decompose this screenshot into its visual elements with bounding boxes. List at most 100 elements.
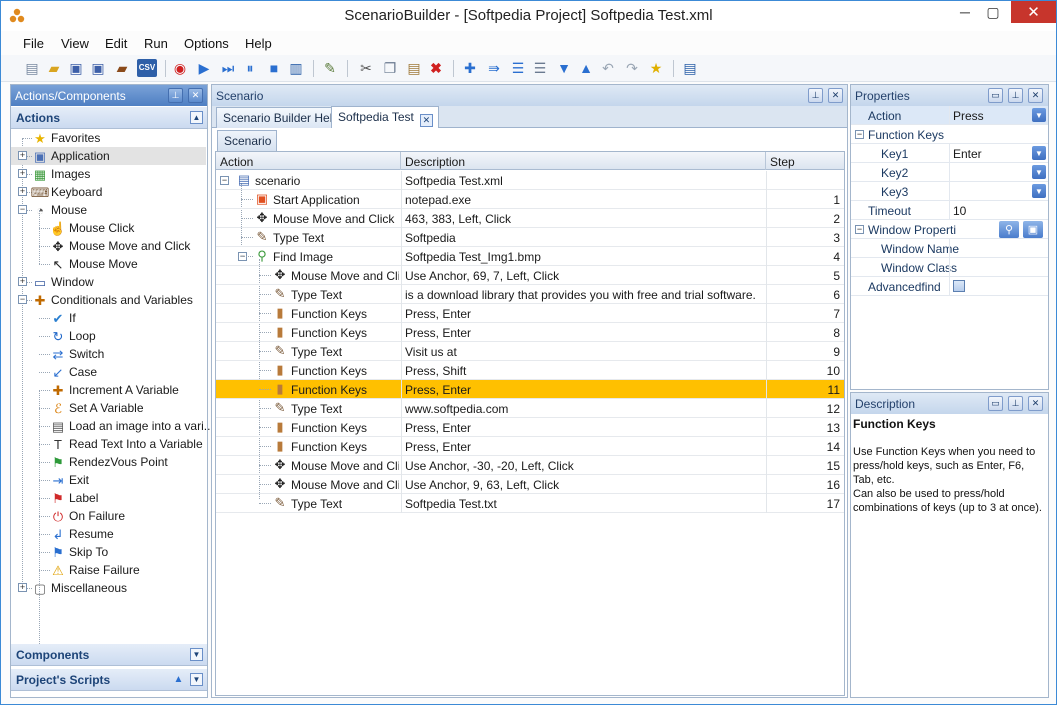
table-row[interactable]: ▮ Function Keys Press, Enter 7 (216, 304, 844, 323)
property-row[interactable]: Key2 ▼ (851, 163, 1048, 182)
move-up-icon[interactable]: ▲ (577, 59, 595, 77)
add-step-icon[interactable]: ✚ (461, 59, 479, 77)
tree-item[interactable]: ℰ Set A Variable (11, 399, 206, 417)
tree-item[interactable]: + ▢ Miscellaneous (11, 579, 206, 597)
tree-item[interactable]: ⚠ Raise Failure (11, 561, 206, 579)
move-down-icon[interactable]: ▼ (555, 59, 573, 77)
step-icon[interactable]: ⏭ (219, 59, 237, 77)
components-section-header[interactable]: Components ▼ (11, 644, 207, 666)
tree-item[interactable]: ▤ Load an image into a vari... (11, 417, 214, 435)
table-row[interactable]: − ▤ scenario Softpedia Test.xml (216, 171, 844, 190)
outdent-icon[interactable]: ☰ (531, 59, 549, 77)
close-button[interactable]: ✕ (1011, 1, 1056, 23)
property-row[interactable]: − Window Properti ⚲ ▣ (851, 220, 1048, 239)
property-value[interactable]: ▼ (949, 163, 1048, 182)
copy-icon[interactable]: ❐ (381, 59, 399, 77)
menu-edit[interactable]: Edit (105, 36, 127, 51)
property-row[interactable]: Window Class (851, 258, 1048, 277)
open-folder-icon[interactable]: ▰ (45, 59, 63, 77)
pin-icon[interactable]: ⊥ (168, 88, 183, 103)
tree-item[interactable]: ☝ Mouse Click (11, 219, 206, 237)
tree-item[interactable]: − ◔ Mouse (11, 201, 206, 219)
tree-item[interactable]: ↖ Mouse Move (11, 255, 206, 273)
close-icon[interactable]: ✕ (188, 88, 203, 103)
tree-item[interactable]: T Read Text Into a Variable (11, 435, 206, 453)
collapse-icon[interactable]: − (855, 130, 864, 139)
favorite-add-icon[interactable]: ★ (647, 59, 665, 77)
collapse-icon[interactable]: − (855, 225, 864, 234)
table-row[interactable]: ✥ Mouse Move and Click 463, 383, Left, Cli… (216, 209, 844, 228)
table-row[interactable]: ✥ Mouse Move and Click Use Anchor, 9, 63, … (216, 475, 844, 494)
redo-icon[interactable]: ↷ (623, 59, 641, 77)
csv-export-icon[interactable]: CSV (137, 59, 157, 77)
stop-icon[interactable]: ■ (265, 59, 283, 77)
up-arrow-icon[interactable]: ▲ (172, 673, 185, 686)
dropdown-arrow-icon[interactable]: ▼ (1032, 146, 1046, 160)
close-icon[interactable]: ✕ (828, 88, 843, 103)
table-row[interactable]: ▮ Function Keys Press, Enter 14 (216, 437, 844, 456)
menu-help[interactable]: Help (245, 36, 272, 51)
close-icon[interactable]: ✕ (1028, 396, 1043, 411)
restore-icon[interactable]: ▭ (988, 88, 1003, 103)
property-row[interactable]: Action Press ▼ (851, 106, 1048, 125)
tree-item[interactable]: ⚑ Label (11, 489, 206, 507)
property-value[interactable] (949, 239, 1048, 258)
new-file-icon[interactable]: ▤ (23, 59, 41, 77)
pause-icon[interactable]: ⏸ (241, 59, 259, 77)
undo-icon[interactable]: ↶ (599, 59, 617, 77)
dropdown-arrow-icon[interactable]: ▼ (1032, 165, 1046, 179)
tree-item[interactable]: ⏻ On Failure (11, 507, 206, 525)
table-row[interactable]: ▮ Function Keys Press, Enter 11 (216, 380, 844, 399)
tab-scenario[interactable]: Scenario (217, 130, 278, 152)
tree-item[interactable]: ↙ Case (11, 363, 206, 381)
indent-icon[interactable]: ☰ (509, 59, 527, 77)
property-value[interactable]: ▼ (949, 182, 1048, 201)
property-value[interactable]: Press ▼ (949, 106, 1048, 125)
table-row[interactable]: ✎ Type Text is a download library that pro… (216, 285, 844, 304)
table-row[interactable]: ✎ Type Text Softpedia 3 (216, 228, 844, 247)
table-row[interactable]: ▣ Start Application notepad.exe 1 (216, 190, 844, 209)
table-row[interactable]: ▮ Function Keys Press, Enter 13 (216, 418, 844, 437)
tree-item[interactable]: + ▦ Images (11, 165, 206, 183)
window-pick-icon[interactable]: ⚲ (999, 221, 1019, 238)
property-row[interactable]: Advancedfind (851, 277, 1048, 296)
advancedfind-checkbox[interactable] (953, 280, 965, 292)
tree-item[interactable]: + ⌨ Keyboard (11, 183, 206, 201)
table-row[interactable]: ▮ Function Keys Press, Shift 10 (216, 361, 844, 380)
pin-icon[interactable]: ⊥ (1008, 88, 1023, 103)
close-tab-icon[interactable]: ✕ (419, 114, 433, 127)
dropdown-arrow-icon[interactable]: ▼ (1032, 184, 1046, 198)
tree-item[interactable]: ⇄ Switch (11, 345, 206, 363)
property-value[interactable] (949, 258, 1048, 277)
menu-file[interactable]: File (23, 36, 44, 51)
play-icon[interactable]: ▶ (195, 59, 213, 77)
tree-item[interactable]: ↻ Loop (11, 327, 206, 345)
pin-icon[interactable]: ⊥ (808, 88, 823, 103)
tree-item[interactable]: + ▣ Application (11, 147, 206, 165)
tree-item[interactable]: ★ Favorites (11, 129, 206, 147)
tree-item[interactable]: ⚑ RendezVous Point (11, 453, 206, 471)
table-row[interactable]: ✎ Type Text Visit us at 9 (216, 342, 844, 361)
pin-icon[interactable]: ⊥ (1008, 396, 1023, 411)
actions-section-header[interactable]: Actions ▲ (11, 107, 207, 129)
tree-item[interactable]: ↲ Resume (11, 525, 206, 543)
restore-icon[interactable]: ▭ (988, 396, 1003, 411)
tree-item[interactable]: ✥ Mouse Move and Click (11, 237, 206, 255)
maximize-button[interactable]: ▢ (979, 1, 1007, 23)
property-row[interactable]: Key1 Enter ▼ (851, 144, 1048, 163)
table-row[interactable]: − ⚲ Find Image Softpedia Test_Img1.bmp 4 (216, 247, 844, 266)
report-icon[interactable]: ▥ (287, 59, 305, 77)
tree-item[interactable]: ✔ If (11, 309, 206, 327)
dropdown-arrow-icon[interactable]: ▼ (1032, 108, 1046, 122)
script-library-icon[interactable]: ▤ (681, 59, 699, 77)
table-row[interactable]: ✥ Mouse Move and Click Use Anchor, -30, -2… (216, 456, 844, 475)
tree-item[interactable]: − ✚ Conditionals and Variables (11, 291, 206, 309)
script-icon[interactable]: ✎ (321, 59, 339, 77)
briefcase-icon[interactable]: ▰ (113, 59, 131, 77)
menu-run[interactable]: Run (144, 36, 168, 51)
menu-options[interactable]: Options (184, 36, 229, 51)
table-row[interactable]: ✎ Type Text Softpedia Test.txt 17 (216, 494, 844, 513)
window-capture-icon[interactable]: ▣ (1023, 221, 1043, 238)
collapse-up-icon[interactable]: ▲ (190, 111, 203, 124)
tab-softpedia-test[interactable]: Softpedia Test ✕ (331, 106, 439, 128)
